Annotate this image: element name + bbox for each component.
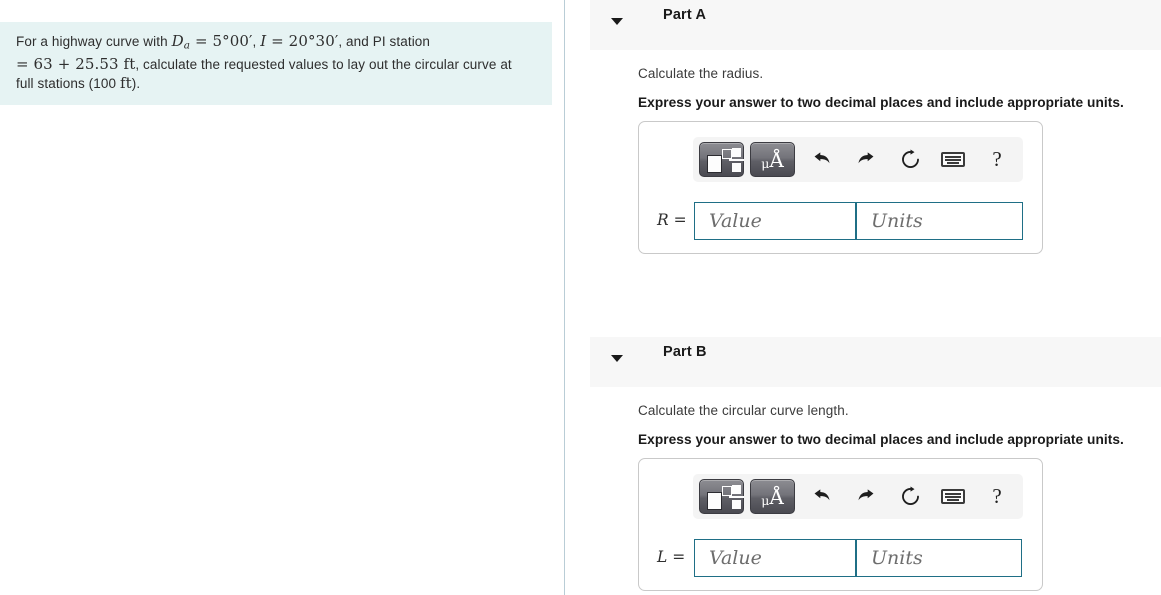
pi-station-value: = 63 + 25.53 ft [16, 55, 136, 74]
template-square-icon-a [707, 155, 722, 173]
template-denominator-icon-a [732, 163, 741, 172]
math-toolbar-b: μÅ ? [693, 474, 1023, 519]
reset-icon-b[interactable] [895, 478, 925, 514]
math-toolbar-a: μÅ ? [693, 137, 1023, 182]
help-icon-a[interactable]: ? [982, 141, 1012, 177]
redo-icon-a[interactable] [851, 141, 881, 177]
value-input-b[interactable] [694, 539, 856, 577]
answer-pane: Part A Calculate the radius. Express you… [566, 0, 1161, 595]
reset-icon-a[interactable] [895, 141, 925, 177]
template-fraction-bar-icon-b [729, 496, 744, 498]
keyboard-glyph-a [941, 151, 965, 167]
template-numerator-icon-b [732, 485, 741, 494]
answer-box-b: μÅ ? L = Value Units [638, 458, 1043, 591]
part-title-a: Part A [663, 7, 707, 23]
question-line2-rest: , calculate the requested values to lay … [135, 57, 512, 73]
question-statement-box: For a highway curve with Da = 5°00′, I =… [0, 22, 552, 106]
equals-symbol-b: = [672, 548, 686, 566]
da-symbol: D [171, 32, 184, 50]
chevron-down-icon-b[interactable] [611, 355, 623, 362]
keyboard-glyph-b [941, 488, 965, 504]
template-exponent-icon-a [722, 149, 732, 159]
template-button-b[interactable] [699, 479, 744, 514]
da-value: = 5°00′ [190, 32, 253, 50]
chevron-down-icon-a[interactable] [611, 18, 623, 25]
template-fraction-bar-icon-a [729, 159, 744, 161]
answer-box-a: μÅ ? R = Value Units [638, 121, 1043, 254]
angstrom-glyph-b: Å [769, 484, 784, 509]
value-input-a[interactable] [694, 202, 856, 240]
template-button-a[interactable] [699, 142, 744, 177]
undo-icon-a[interactable] [806, 141, 836, 177]
micro-angstrom-icon-b: μÅ [751, 480, 794, 513]
i-value: = 20°30′ [266, 32, 339, 50]
template-denominator-icon-b [732, 500, 741, 509]
units-button-b[interactable]: μÅ [750, 479, 795, 514]
question-line3-unit: ft [119, 74, 132, 93]
template-numerator-icon-a [732, 148, 741, 157]
part-instruction-b: Express your answer to two decimal place… [638, 432, 1124, 447]
units-input-a[interactable] [856, 202, 1023, 240]
question-text: For a highway curve with Da = 5°00′, I =… [16, 32, 536, 93]
redo-icon-b[interactable] [851, 478, 881, 514]
micro-angstrom-icon-a: μÅ [751, 143, 794, 176]
template-square-icon-b [707, 492, 722, 510]
undo-icon-b[interactable] [806, 478, 836, 514]
answer-field-row-b: L = [639, 539, 1042, 577]
mu-glyph-b: μ [761, 493, 770, 508]
equals-symbol-a: = [673, 211, 687, 229]
variable-label-b: L = [657, 548, 685, 566]
part-header-b[interactable]: Part B [590, 337, 1161, 387]
question-mid: , and PI station [338, 34, 431, 49]
template-exponent-icon-b [722, 486, 732, 496]
question-line3: full stations (100 [16, 76, 120, 92]
help-question-mark-a: ? [992, 146, 1002, 171]
part-title-b: Part B [663, 344, 707, 360]
units-input-b[interactable] [856, 539, 1022, 577]
part-prompt-a: Calculate the radius. [638, 66, 764, 81]
answer-field-row-a: R = [639, 202, 1042, 240]
help-question-mark-b: ? [992, 483, 1002, 508]
mu-glyph-a: μ [761, 156, 770, 171]
keyboard-icon-a[interactable] [938, 141, 968, 177]
help-icon-b[interactable]: ? [982, 478, 1012, 514]
part-instruction-a: Express your answer to two decimal place… [638, 95, 1124, 110]
angstrom-glyph-a: Å [769, 147, 784, 172]
question-intro: For a highway curve with [16, 34, 172, 49]
keyboard-icon-b[interactable] [938, 478, 968, 514]
variable-label-a: R = [657, 211, 687, 229]
units-button-a[interactable]: μÅ [750, 142, 795, 177]
variable-symbol-b: L [657, 548, 668, 566]
question-pane: For a highway curve with Da = 5°00′, I =… [0, 0, 565, 595]
variable-symbol-a: R [657, 211, 669, 229]
part-header-a[interactable]: Part A [590, 0, 1161, 50]
part-prompt-b: Calculate the circular curve length. [638, 403, 849, 418]
question-line3-end: ). [131, 76, 141, 92]
